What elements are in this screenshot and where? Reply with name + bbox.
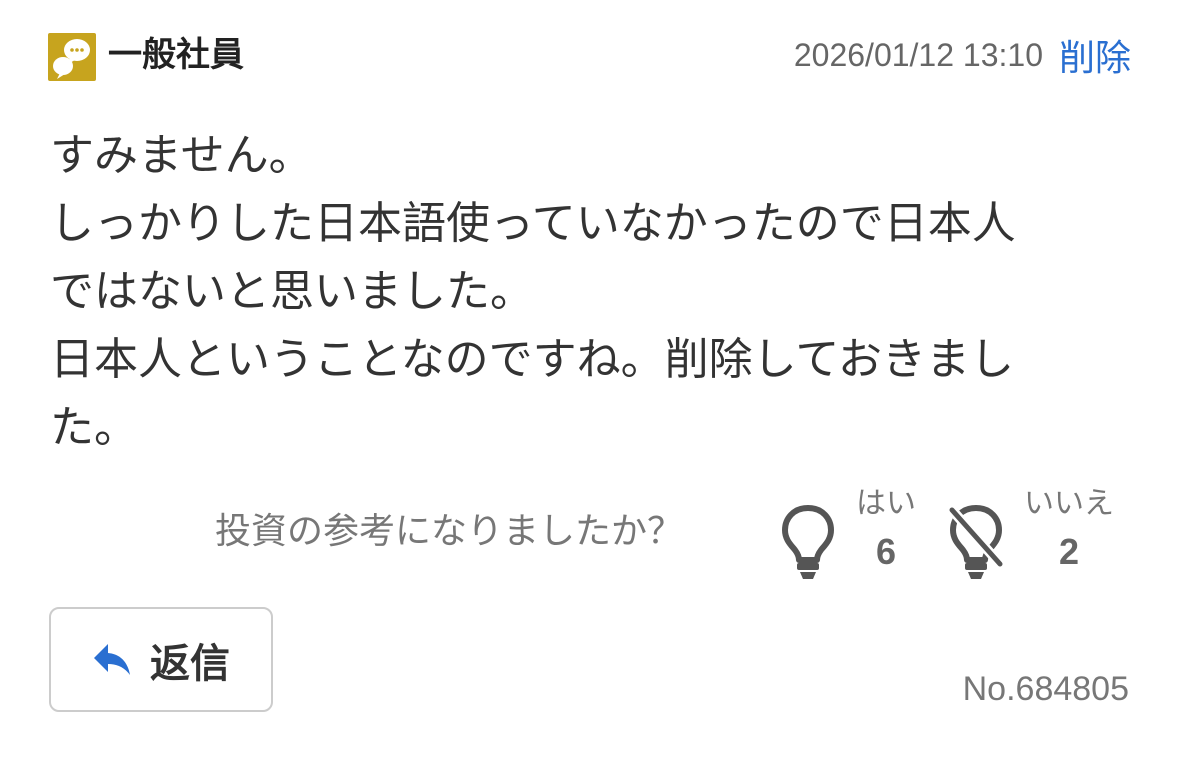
vote-no-count: 2 [1058,531,1080,572]
vote-no-button[interactable]: いいえ 2 [948,484,1114,582]
post-body-line: ではないと思いました。 [50,266,534,317]
lightbulb-icon [782,505,834,579]
vote-yes-count: 6 [875,531,897,572]
post-timestamp: 2026/01/12 13:10 [793,36,1043,73]
author-name[interactable]: 一般社員 [108,34,244,76]
vote-yes-button[interactable]: はい 6 [780,484,916,582]
vote-no-label: いいえ [1024,486,1114,521]
post-number: No.684805 [962,670,1129,708]
post-body-line: しっかりした日本語使っていなかったので日本人 [50,198,1016,249]
post-body-line: すみません。 [50,130,313,181]
post-body-line: た。 [50,402,138,453]
lightbulb-off-icon [948,505,1004,579]
chat-bubbles-icon [53,39,90,79]
reply-button[interactable]: 返信 [49,607,273,712]
vote-yes-label: はい [856,486,916,521]
feedback-question: 投資の参考になりましたか？ [215,511,684,552]
reply-label: 返信 [150,640,230,687]
delete-link[interactable]: 削除 [1059,29,1131,81]
post-body: すみません。 しっかりした日本語使っていなかったので日本人 ではないと思いました… [50,122,1130,462]
post-meta: 2026/01/12 13:10 削除 [793,29,1131,81]
reply-arrow-icon [94,643,130,675]
post-body-line: 日本人ということなのですね。削除しておきまし [50,334,1015,385]
avatar [48,33,96,81]
